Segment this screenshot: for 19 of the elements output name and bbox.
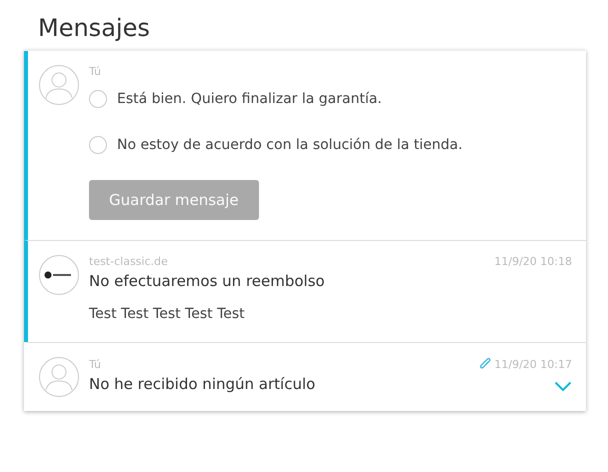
shop-logo-icon: [39, 255, 79, 295]
radio-option[interactable]: Está bien. Quiero finalizar la garantía.: [89, 90, 572, 108]
radio-option[interactable]: No estoy de acuerdo con la solución de la tienda.: [89, 136, 572, 154]
message-subject: No he recibido ningún artículo: [89, 375, 316, 393]
user-avatar-icon: [39, 65, 79, 105]
radio-button[interactable]: [89, 136, 107, 154]
option-label: Está bien. Quiero finalizar la garantía.: [117, 91, 382, 107]
option-label: No estoy de acuerdo con la solución de la tienda.: [117, 137, 463, 153]
radio-button[interactable]: [89, 90, 107, 108]
message-date: 11/9/20 10:18: [494, 255, 572, 268]
author-name: test-classic.de: [89, 255, 168, 268]
author-name: Tú: [89, 65, 102, 78]
message-body: Test Test Test Test Test: [89, 306, 246, 322]
author-name: Tú: [89, 358, 102, 370]
user-avatar-icon: [39, 357, 79, 397]
message-date: 11/9/20 10:17: [494, 358, 572, 370]
message-subject: No efectuaremos un reembolso: [89, 272, 325, 290]
page-title: Mensajes: [38, 14, 151, 42]
chevron-down-icon[interactable]: [554, 380, 572, 392]
